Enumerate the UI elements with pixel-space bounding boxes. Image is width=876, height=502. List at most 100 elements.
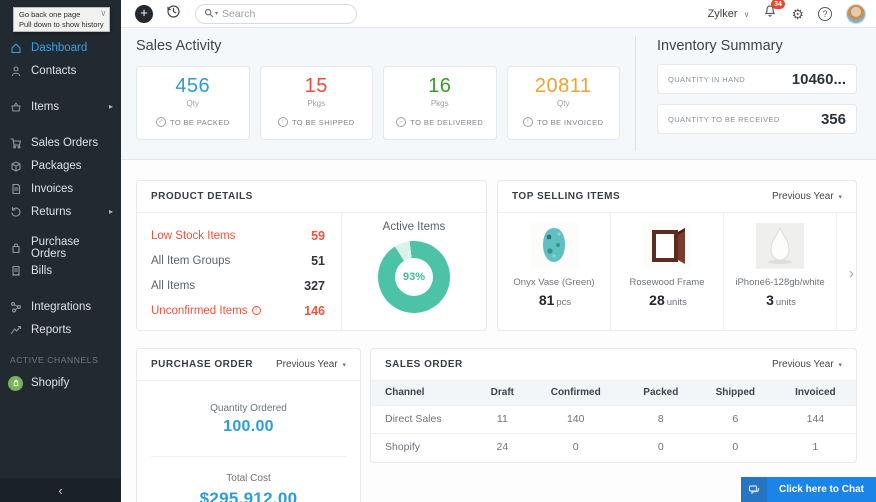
status-label: TO BE SHIPPED bbox=[291, 117, 355, 127]
quantity-in-hand-value: 10460... bbox=[791, 70, 846, 88]
sidebar-item-label: Items bbox=[31, 100, 60, 113]
inventory-summary-panel: Inventory Summary QUANTITY IN HAND 10460… bbox=[657, 38, 857, 134]
to-be-delivered-value: 16 bbox=[428, 75, 452, 97]
sidebar-item-sales-orders[interactable]: Sales Orders bbox=[0, 131, 121, 154]
sales-order-filter-dropdown[interactable]: Previous Year ▾ bbox=[772, 359, 842, 370]
sidebar-item-label: Shopify bbox=[31, 377, 70, 389]
top-selling-item[interactable]: Onyx Vase (Green) 81 pcs bbox=[498, 213, 611, 331]
org-name: Zylker bbox=[707, 7, 738, 20]
cell-draft: 24 bbox=[479, 432, 526, 461]
purchase-order-filter-dropdown[interactable]: Previous Year ▾ bbox=[276, 359, 346, 370]
packages-box-icon bbox=[10, 159, 23, 172]
quantity-in-hand-row: QUANTITY IN HAND 10460... bbox=[657, 64, 857, 94]
sidebar-item-invoices[interactable]: Invoices bbox=[0, 177, 121, 200]
column-header: Confirmed bbox=[525, 381, 626, 405]
org-switcher[interactable]: Zylker ∨ bbox=[708, 8, 750, 20]
to-be-invoiced-card[interactable]: 20811 Qty i TO BE INVOICED bbox=[506, 66, 620, 140]
help-button[interactable]: ? bbox=[818, 6, 832, 21]
all-items-link[interactable]: All Items 327 bbox=[151, 273, 325, 298]
gear-icon: ⚙ bbox=[791, 5, 804, 22]
sidebar-item-contacts[interactable]: Contacts bbox=[0, 59, 121, 82]
chevron-down-icon: ▾ bbox=[838, 194, 842, 201]
sidebar-item-label: Dashboard bbox=[31, 41, 88, 54]
product-details-card: PRODUCT DETAILS Low Stock Items 59 All I… bbox=[136, 180, 487, 331]
sidebar-item-purchase-orders[interactable]: Purchase Orders bbox=[0, 236, 121, 260]
item-qty: 3 bbox=[766, 292, 774, 308]
cell-channel: Shopify bbox=[371, 432, 479, 461]
sidebar-item-returns[interactable]: Returns ▸ bbox=[0, 200, 121, 223]
all-item-groups-link[interactable]: All Item Groups 51 bbox=[151, 248, 325, 273]
notifications-button[interactable]: 34 bbox=[763, 0, 786, 23]
sales-activity-title: Sales Activity bbox=[136, 38, 222, 54]
unit-label: Qty bbox=[557, 99, 570, 108]
recent-history-button[interactable] bbox=[165, 3, 181, 24]
settings-button[interactable]: ⚙ bbox=[791, 7, 804, 21]
top-selling-item[interactable]: Rosewood Frame 28 units bbox=[611, 213, 724, 331]
add-new-button[interactable]: + bbox=[135, 4, 153, 23]
row-label: All Items bbox=[151, 279, 196, 292]
to-be-packed-card[interactable]: 456 Qty ✓ TO BE PACKED bbox=[136, 66, 250, 140]
active-items-donut-chart: 93% bbox=[378, 241, 450, 313]
quantity-to-be-received-value: 356 bbox=[820, 110, 846, 128]
unit-label: Pkgs bbox=[307, 99, 326, 108]
item-qty: 81 bbox=[538, 292, 555, 308]
to-be-invoiced-value: 20811 bbox=[534, 75, 592, 97]
app-window: Dashboard Contacts Items ▸ Sales Orders … bbox=[0, 0, 876, 502]
sidebar-item-items[interactable]: Items ▸ bbox=[0, 95, 121, 118]
all-item-groups-value: 51 bbox=[311, 253, 325, 268]
sidebar-item-label: Bills bbox=[31, 264, 53, 277]
sidebar-item-dashboard[interactable]: Dashboard bbox=[0, 36, 121, 59]
top-selling-filter-dropdown[interactable]: Previous Year ▾ bbox=[772, 191, 842, 202]
sidebar-item-reports[interactable]: Reports bbox=[0, 318, 121, 341]
shopify-icon bbox=[8, 375, 23, 391]
integrations-icon bbox=[10, 300, 23, 313]
to-be-delivered-card[interactable]: 16 Pkgs – TO BE DELIVERED bbox=[383, 66, 497, 140]
table-header-row: Channel Draft Confirmed Packed Shipped I… bbox=[371, 381, 856, 405]
purchase-order-title: PURCHASE ORDER bbox=[151, 359, 254, 370]
sidebar-item-label: Packages bbox=[31, 159, 82, 172]
filter-label: Previous Year bbox=[771, 359, 834, 370]
cell-confirmed: 140 bbox=[525, 404, 626, 433]
user-avatar[interactable] bbox=[846, 3, 866, 24]
invoiced-circle-icon: i bbox=[523, 117, 534, 127]
table-row: Direct Sales 11 140 8 6 144 bbox=[371, 404, 856, 433]
row-label: Low Stock Items bbox=[151, 229, 236, 242]
home-icon bbox=[10, 41, 23, 54]
quantity-ordered-label: Quantity Ordered bbox=[210, 403, 287, 414]
chat-button[interactable]: Click here to Chat bbox=[740, 477, 876, 502]
carousel-next-icon[interactable]: › bbox=[849, 265, 854, 282]
sidebar-item-bills[interactable]: Bills bbox=[0, 259, 121, 282]
sidebar-item-shopify[interactable]: Shopify bbox=[0, 371, 121, 395]
inventory-summary-title: Inventory Summary bbox=[657, 38, 783, 54]
table-row: Shopify 24 0 0 0 1 bbox=[371, 432, 856, 461]
sidebar-collapse-button[interactable]: ‹ bbox=[0, 478, 121, 502]
white-vase-image bbox=[756, 223, 804, 269]
total-cost-value: $295,912.00 bbox=[199, 489, 298, 502]
onyx-vase-image bbox=[530, 223, 578, 269]
cell-packed: 0 bbox=[625, 432, 696, 461]
item-name: iPhone6-128gb/white bbox=[735, 277, 825, 288]
returns-arrow-icon bbox=[10, 205, 23, 218]
chat-button-label: Click here to Chat bbox=[766, 477, 876, 502]
active-channels-heading: ACTIVE CHANNELS bbox=[10, 355, 99, 365]
sidebar-item-integrations[interactable]: Integrations bbox=[0, 295, 121, 318]
search-input[interactable] bbox=[222, 7, 358, 20]
reports-chart-icon bbox=[10, 323, 23, 336]
top-selling-item[interactable]: iPhone6-128gb/white 3 units bbox=[724, 213, 837, 331]
section-divider bbox=[635, 36, 636, 151]
low-stock-items-link[interactable]: Low Stock Items 59 bbox=[151, 223, 325, 248]
sidebar-item-packages[interactable]: Packages bbox=[0, 154, 121, 177]
info-icon: ! bbox=[251, 306, 261, 315]
to-be-shipped-value: 15 bbox=[304, 75, 328, 97]
to-be-shipped-card[interactable]: 15 Pkgs ↑ TO BE SHIPPED bbox=[259, 66, 373, 140]
sales-order-table: Channel Draft Confirmed Packed Shipped I… bbox=[371, 381, 856, 461]
item-name: Rosewood Frame bbox=[629, 277, 705, 288]
purchase-orders-bag-icon bbox=[10, 241, 23, 254]
unconfirmed-items-link[interactable]: Unconfirmed Items ! 146 bbox=[151, 298, 325, 323]
status-label: TO BE DELIVERED bbox=[410, 117, 484, 127]
stat-label: QUANTITY IN HAND bbox=[668, 74, 746, 84]
cell-invoiced: 144 bbox=[774, 404, 856, 433]
browser-back-tooltip: Go back one page Pull down to show histo… bbox=[13, 7, 110, 32]
tooltip-line-2: Pull down to show history bbox=[19, 19, 104, 29]
search-scope-caret-icon[interactable]: ▾ bbox=[215, 10, 218, 17]
